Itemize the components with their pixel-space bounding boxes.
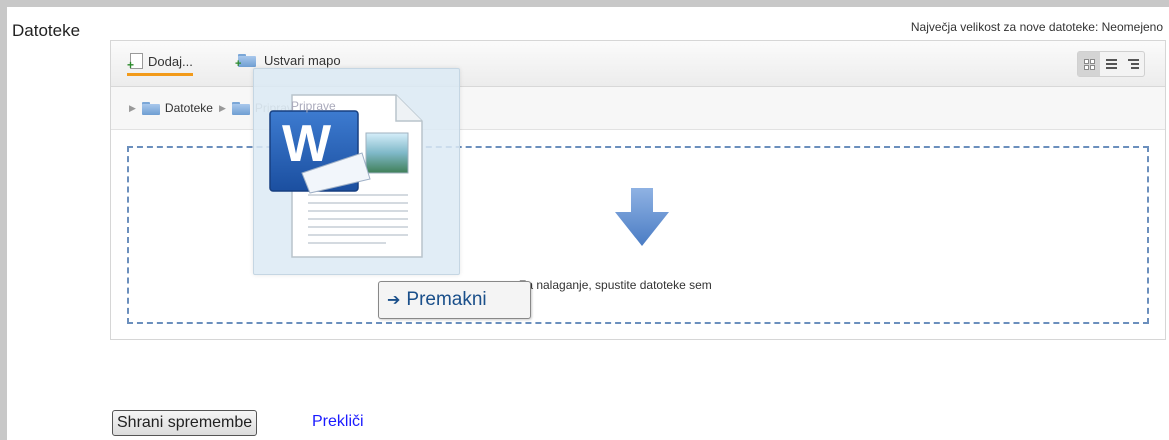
- tree-view-icon: [1127, 59, 1139, 69]
- download-arrow-icon: [615, 188, 669, 246]
- create-folder-button[interactable]: + Ustvari mapo: [235, 53, 341, 70]
- chevron-right-icon: ▶: [129, 102, 136, 113]
- dragged-file[interactable]: W Priprave: [253, 68, 460, 275]
- drop-instructions: Za nalaganje, spustite datoteke sem: [519, 278, 712, 292]
- arrow-right-icon: ➔: [387, 292, 401, 309]
- folder-icon: [231, 101, 250, 115]
- max-size-note: Največja velikost za nove datoteke: Neom…: [910, 20, 1163, 34]
- add-file-button[interactable]: + Dodaj...: [127, 53, 193, 76]
- chevron-right-icon: ▶: [218, 102, 226, 113]
- create-folder-label: Ustvari mapo: [264, 53, 341, 68]
- cancel-link[interactable]: Prekliči: [312, 413, 364, 431]
- view-switcher: [1077, 51, 1145, 77]
- move-tooltip-label: Premakni: [406, 289, 487, 310]
- move-tooltip: ➔ Premakni: [378, 281, 531, 319]
- svg-text:W: W: [282, 115, 332, 173]
- add-file-icon: +: [127, 53, 143, 71]
- save-button[interactable]: Shrani spremembe: [112, 410, 258, 436]
- tree-view-button[interactable]: [1122, 52, 1144, 76]
- folder-icon: [141, 101, 160, 115]
- dragged-file-name: Priprave: [291, 99, 336, 113]
- list-view-button[interactable]: [1100, 52, 1122, 76]
- field-label: Datoteke: [12, 21, 81, 40]
- breadcrumb-root[interactable]: Datoteke: [165, 101, 213, 115]
- word-document-icon: W: [269, 94, 423, 258]
- icons-view-icon: [1083, 58, 1095, 70]
- new-folder-icon: +: [235, 54, 256, 70]
- add-file-label: Dodaj...: [148, 54, 193, 69]
- list-view-icon: [1105, 59, 1117, 69]
- icons-view-button[interactable]: [1078, 52, 1100, 76]
